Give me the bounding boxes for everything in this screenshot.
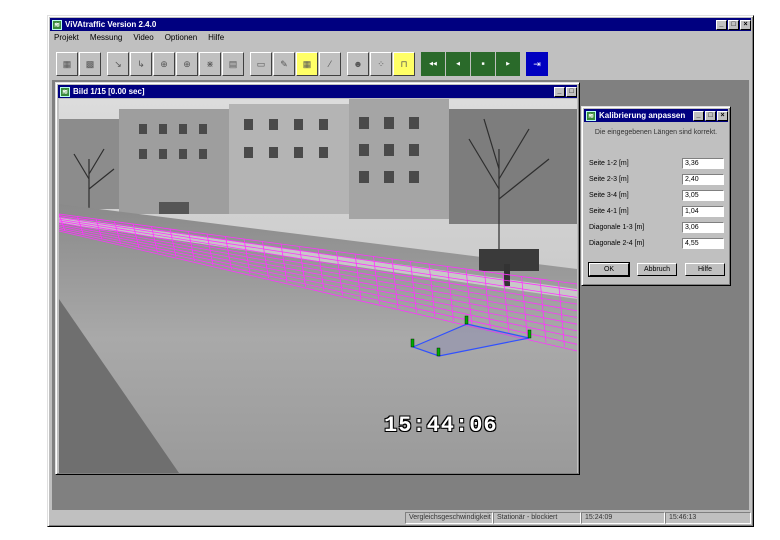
measure-tool-icon[interactable]: ⊕ bbox=[153, 52, 175, 76]
side-2-3-input[interactable] bbox=[682, 173, 724, 185]
cross-tool-icon[interactable]: ⋇ bbox=[199, 52, 221, 76]
field-diagonal-1-3: Diagonale 1-3 [m] bbox=[589, 221, 724, 233]
field-label: Diagonale 1-3 [m] bbox=[589, 223, 645, 231]
video-timestamp: 15:44:06 bbox=[384, 413, 498, 438]
calibrate-icon[interactable]: ✎ bbox=[273, 52, 295, 76]
calibration-dialog: ≋ Kalibrierung anpassen _ □ × Die eingeg… bbox=[581, 106, 731, 286]
cancel-button[interactable]: Abbruch bbox=[637, 263, 677, 276]
diagonal-2-4-input[interactable] bbox=[682, 237, 724, 249]
minimize-button[interactable]: _ bbox=[716, 19, 727, 30]
table-icon[interactable]: ▤ bbox=[222, 52, 244, 76]
side-3-4-input[interactable] bbox=[682, 189, 724, 201]
grid-icon[interactable]: ▦ bbox=[296, 52, 318, 76]
curve-tool-icon[interactable]: ↳ bbox=[130, 52, 152, 76]
main-title: ViVAtraffic Version 2.4.0 bbox=[65, 20, 157, 29]
counter-icon[interactable]: ⁘ bbox=[370, 52, 392, 76]
open-project-icon[interactable]: ▦ bbox=[56, 52, 78, 76]
field-label: Diagonale 2-4 [m] bbox=[589, 239, 645, 247]
save-project-icon[interactable]: ▩ bbox=[79, 52, 101, 76]
menu-projekt[interactable]: Projekt bbox=[52, 33, 81, 45]
menu-hilfe[interactable]: Hilfe bbox=[206, 33, 226, 45]
dialog-icon: ≋ bbox=[586, 110, 596, 121]
maximize-button[interactable]: □ bbox=[728, 19, 739, 30]
image-maximize-button[interactable]: □ bbox=[566, 86, 577, 97]
play-icon[interactable]: ▶ bbox=[496, 52, 520, 76]
line-tool-icon[interactable]: ↘ bbox=[107, 52, 129, 76]
field-side-3-4: Seite 3-4 [m] bbox=[589, 189, 724, 201]
status-mode: Vergleichsgeschwindigkeit bbox=[405, 512, 493, 524]
dialog-hint: Die eingegebenen Längen sind korrekt. bbox=[594, 129, 718, 136]
road-icon[interactable]: ⁄ bbox=[319, 52, 341, 76]
field-label: Seite 4-1 [m] bbox=[589, 207, 629, 215]
rewind-icon[interactable]: ◀◀ bbox=[421, 52, 445, 76]
status-state: Stationär - blockiert bbox=[493, 512, 581, 524]
menu-optionen[interactable]: Optionen bbox=[163, 33, 199, 45]
calibration-point-3[interactable] bbox=[527, 329, 532, 339]
prev-frame-icon[interactable]: ◀ bbox=[446, 52, 470, 76]
gate-icon[interactable]: ⊓ bbox=[393, 52, 415, 76]
diagonal-1-3-input[interactable] bbox=[682, 221, 724, 233]
calibration-point-4[interactable] bbox=[436, 347, 441, 357]
street-scene bbox=[59, 99, 577, 473]
field-label: Seite 3-4 [m] bbox=[589, 191, 629, 199]
dialog-title: Kalibrierung anpassen bbox=[599, 111, 686, 120]
image-minimize-button[interactable]: _ bbox=[554, 86, 565, 97]
field-label: Seite 2-3 [m] bbox=[589, 175, 629, 183]
image-window-icon: ≋ bbox=[60, 86, 70, 97]
field-side-4-1: Seite 4-1 [m] bbox=[589, 205, 724, 217]
status-bar: Vergleichsgeschwindigkeit Stationär - bl… bbox=[50, 512, 751, 525]
measure2-tool-icon[interactable]: ⊕ bbox=[176, 52, 198, 76]
toolbar: ▦ ▩ ↘ ↳ ⊕ ⊕ ⋇ ▤ ▭ ✎ ▦ ⁄ ☻ ⁘ ⊓ ◀◀ ◀ ■ ▶ ⇥ bbox=[56, 49, 549, 79]
close-button[interactable]: × bbox=[740, 19, 751, 30]
dialog-titlebar[interactable]: ≋ Kalibrierung anpassen _ □ × bbox=[584, 109, 728, 122]
ok-button[interactable]: OK bbox=[588, 262, 630, 277]
field-side-2-3: Seite 2-3 [m] bbox=[589, 173, 724, 185]
image-title: Bild 1/15 [0.00 sec] bbox=[73, 87, 145, 96]
dialog-maximize-button[interactable]: □ bbox=[705, 110, 716, 121]
side-4-1-input[interactable] bbox=[682, 205, 724, 217]
dialog-close-button[interactable]: × bbox=[717, 110, 728, 121]
field-label: Seite 1-2 [m] bbox=[589, 159, 629, 167]
export-icon[interactable]: ⇥ bbox=[526, 52, 548, 76]
menu-bar: Projekt Messung Video Optionen Hilfe bbox=[52, 33, 226, 45]
field-side-1-2: Seite 1-2 [m] bbox=[589, 157, 724, 169]
stop-icon[interactable]: ■ bbox=[471, 52, 495, 76]
calibration-point-2[interactable] bbox=[464, 315, 469, 325]
calibration-point-1[interactable] bbox=[410, 338, 415, 348]
help-button[interactable]: Hilfe bbox=[685, 263, 725, 276]
video-display-icon[interactable]: ▭ bbox=[250, 52, 272, 76]
person-icon[interactable]: ☻ bbox=[347, 52, 369, 76]
app-icon: ≋ bbox=[52, 19, 62, 30]
status-time-1: 15:24:09 bbox=[581, 512, 665, 524]
menu-video[interactable]: Video bbox=[131, 33, 155, 45]
video-frame[interactable]: 15:44:06 bbox=[59, 99, 577, 473]
status-time-2: 15:46:13 bbox=[665, 512, 751, 524]
side-1-2-input[interactable] bbox=[682, 157, 724, 169]
field-diagonal-2-4: Diagonale 2-4 [m] bbox=[589, 237, 724, 249]
menu-messung[interactable]: Messung bbox=[88, 33, 124, 45]
dialog-minimize-button[interactable]: _ bbox=[693, 110, 704, 121]
image-titlebar[interactable]: ≋ Bild 1/15 [0.00 sec] _ □ bbox=[58, 85, 577, 98]
main-titlebar[interactable]: ≋ ViVAtraffic Version 2.4.0 _ □ × bbox=[50, 18, 751, 31]
dialog-buttons: OK Abbruch Hilfe bbox=[588, 262, 725, 277]
image-window: ≋ Bild 1/15 [0.00 sec] _ □ 15:44:06 bbox=[55, 82, 580, 475]
